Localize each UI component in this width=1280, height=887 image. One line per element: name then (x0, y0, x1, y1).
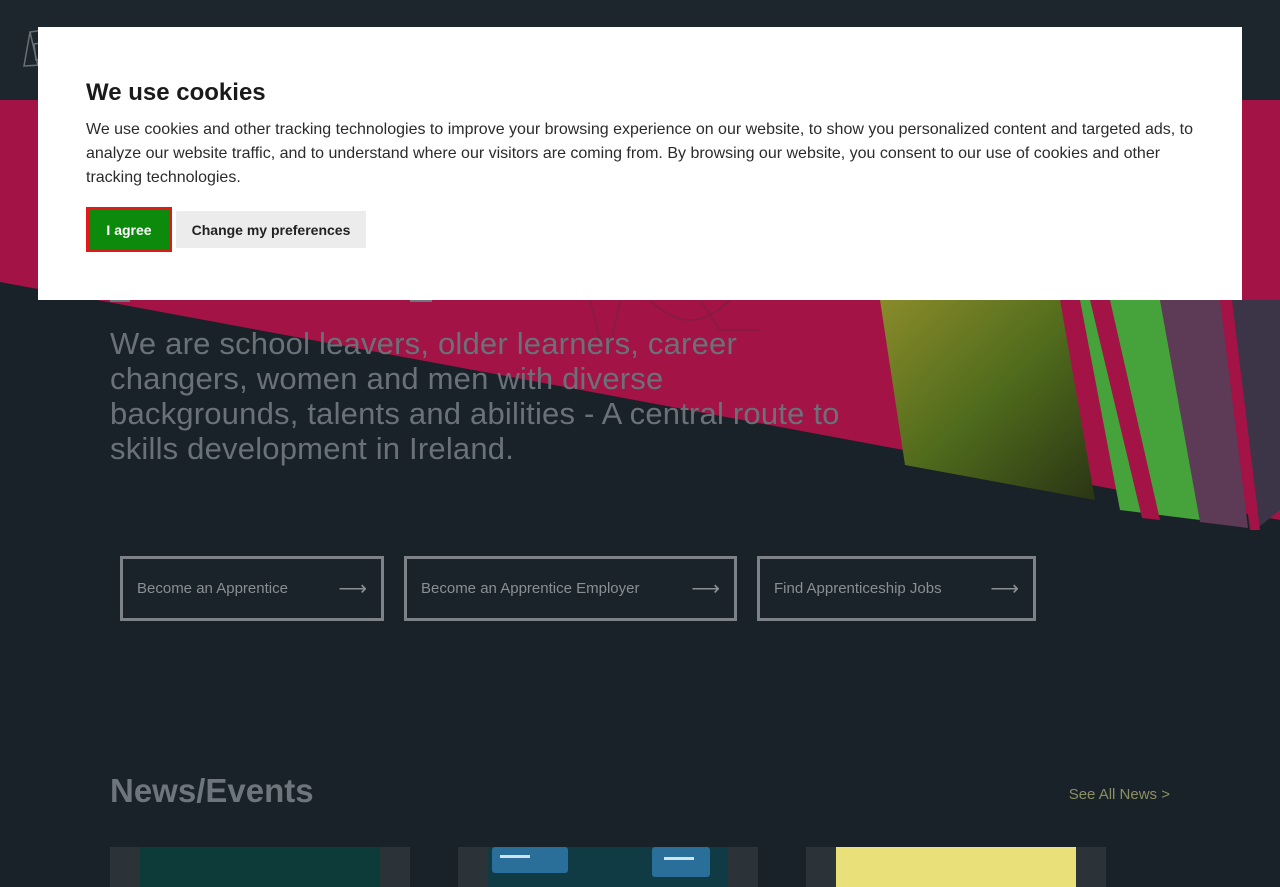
hero-description: We are school leavers, older learners, c… (110, 326, 840, 466)
cookie-title: We use cookies (86, 79, 266, 106)
change-preferences-button[interactable]: Change my preferences (176, 211, 366, 248)
news-card[interactable] (110, 847, 410, 887)
news-card[interactable] (458, 847, 758, 887)
news-section-title: News/Events (110, 772, 314, 809)
see-all-news-link[interactable]: See All News > (1069, 786, 1170, 803)
find-jobs-button[interactable]: Find Apprenticeship Jobs ⟶ (757, 556, 1036, 621)
cta-label: Become an Apprentice (137, 580, 288, 597)
news-card[interactable] (806, 847, 1106, 887)
cookie-consent-dialog: We use cookies We use cookies and other … (38, 27, 1242, 300)
news-card-image (488, 847, 728, 887)
cookie-body-text: We use cookies and other tracking techno… (86, 121, 1194, 186)
arrow-right-icon: ⟶ (691, 578, 720, 600)
arrow-right-icon: ⟶ (990, 578, 1019, 600)
become-apprentice-button[interactable]: Become an Apprentice ⟶ (120, 556, 384, 621)
arrow-right-icon: ⟶ (338, 578, 367, 600)
cta-label: Find Apprenticeship Jobs (774, 580, 942, 597)
news-card-image (140, 847, 380, 887)
news-card-image (836, 847, 1076, 887)
agree-button[interactable]: I agree (86, 207, 172, 252)
cta-label: Become an Apprentice Employer (421, 580, 640, 597)
become-employer-button[interactable]: Become an Apprentice Employer ⟶ (404, 556, 737, 621)
